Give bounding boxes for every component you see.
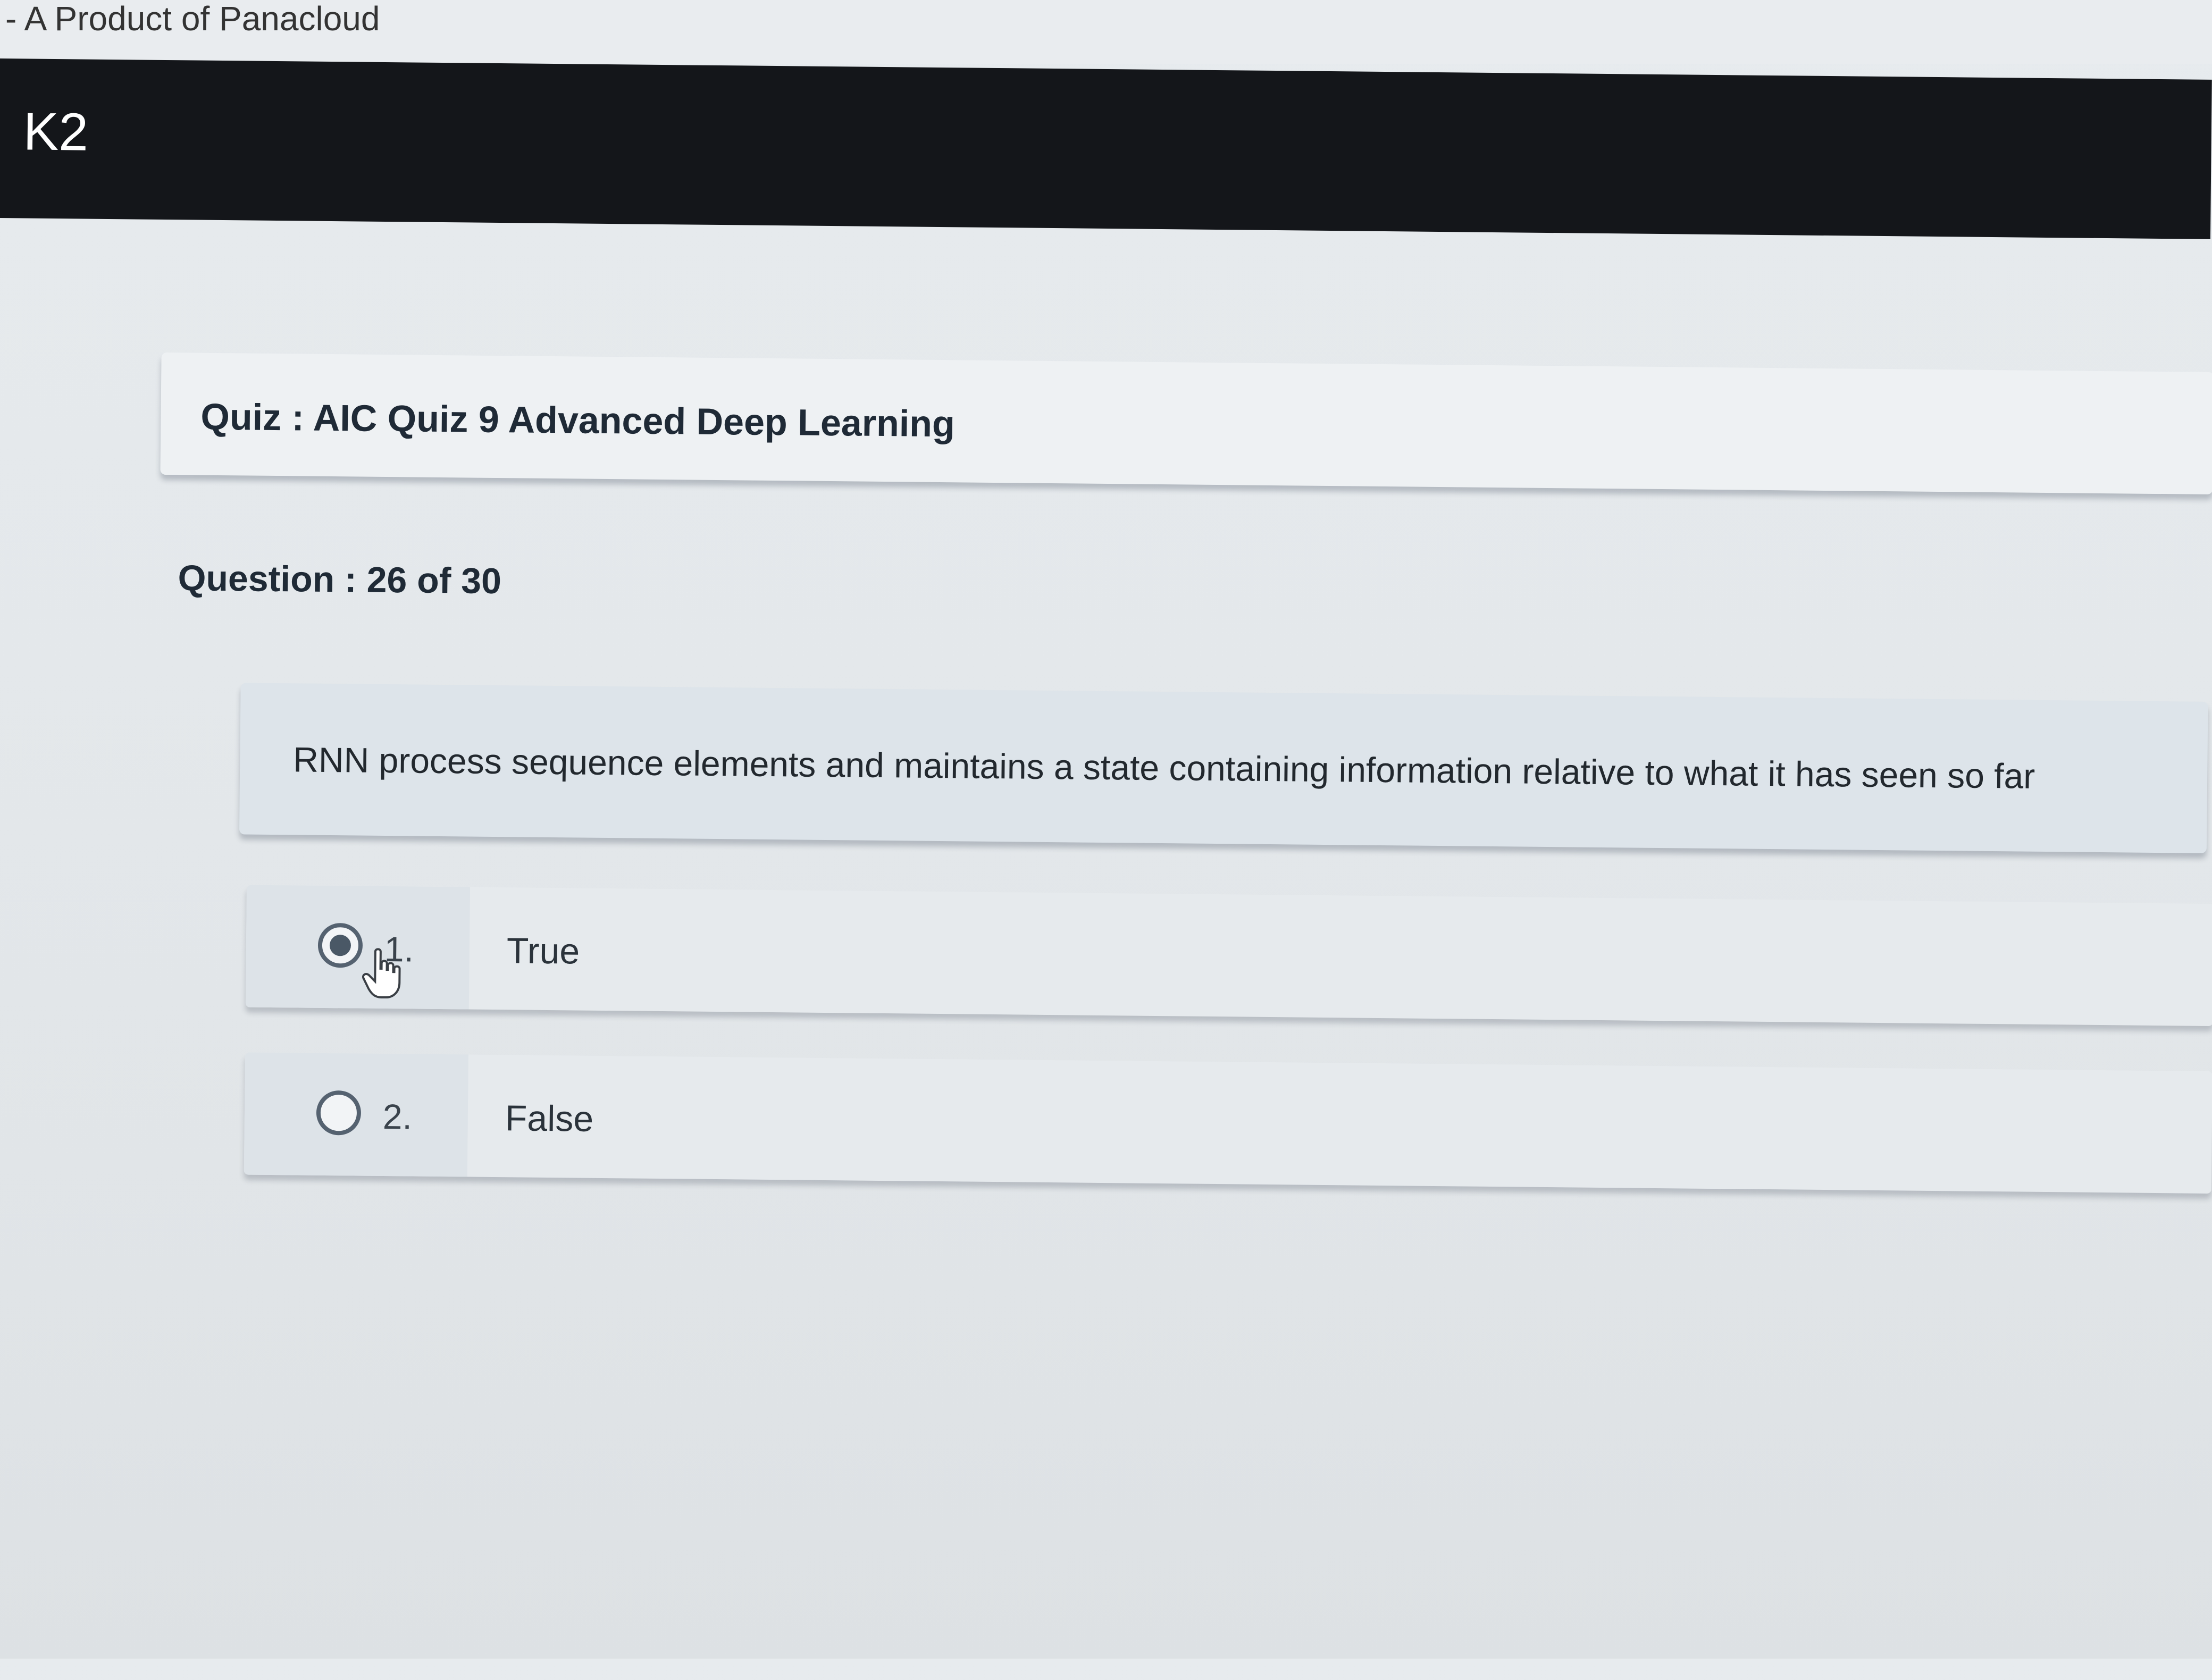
radio-button-true[interactable] — [317, 922, 363, 968]
option-label: True — [506, 930, 580, 972]
quiz-title-card: Quiz : AIC Quiz 9 Advanced Deep Learning — [160, 352, 2212, 494]
answer-option-false[interactable]: 2. False — [244, 1052, 2212, 1194]
question-counter: Question : 26 of 30 — [178, 558, 502, 602]
hand-pointer-icon — [362, 948, 401, 999]
question-text: RNN process sequence elements and mainta… — [292, 740, 2035, 796]
question-box: RNN process sequence elements and mainta… — [239, 683, 2208, 853]
option-selector-area[interactable]: 2. — [244, 1052, 469, 1177]
option-number: 2. — [382, 1097, 413, 1137]
answer-option-true[interactable]: 1. True — [245, 885, 2212, 1027]
quiz-content: Quiz : AIC Quiz 9 Advanced Deep Learning… — [0, 0, 2212, 1680]
quiz-title: Quiz : AIC Quiz 9 Advanced Deep Learning — [200, 396, 956, 445]
option-label: False — [505, 1098, 594, 1139]
radio-selected-dot — [329, 935, 351, 956]
radio-button-false[interactable] — [316, 1090, 362, 1136]
option-selector-area[interactable]: 1. — [245, 885, 471, 1010]
